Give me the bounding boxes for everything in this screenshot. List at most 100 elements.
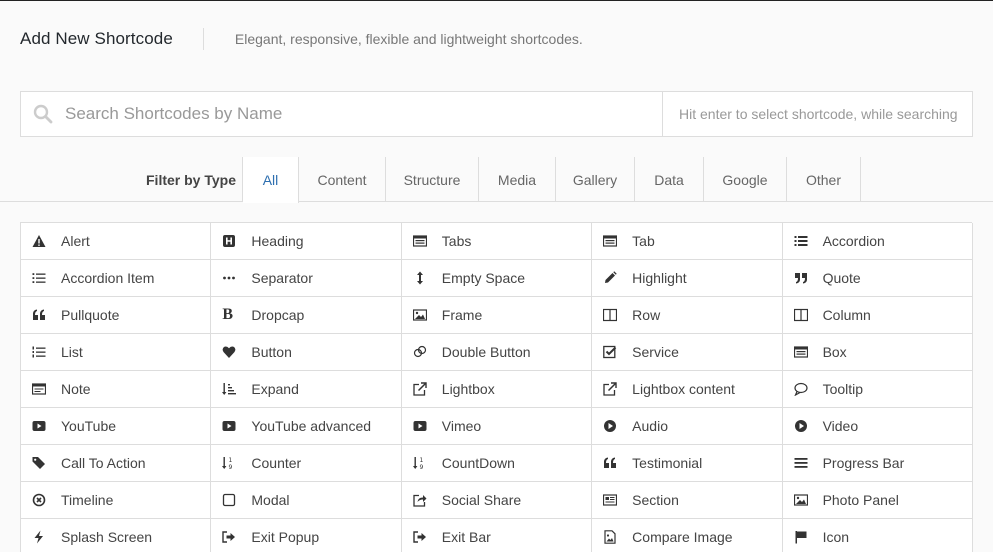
shortcode-item-lightbox[interactable]: Lightbox xyxy=(401,371,593,408)
shortcode-label: CountDown xyxy=(441,455,515,471)
shortcode-label: YouTube advanced xyxy=(251,418,372,434)
filter-tab-all[interactable]: All xyxy=(243,157,299,203)
shortcode-item-section[interactable]: Section xyxy=(592,482,783,519)
section-icon xyxy=(592,493,632,507)
shortcode-label: Separator xyxy=(251,270,313,286)
heading-icon xyxy=(211,234,251,248)
filter-tab-other[interactable]: Other xyxy=(787,157,861,202)
shortcode-item-countdown[interactable]: 1 9 CountDown xyxy=(401,445,593,482)
shortcode-item-youtube-advanced[interactable]: YouTube advanced xyxy=(211,408,402,445)
warning-icon xyxy=(21,234,61,248)
filter-tab-media[interactable]: Media xyxy=(479,157,556,202)
shortcode-item-exit-popup[interactable]: Exit Popup xyxy=(211,519,402,552)
sort-numeric-icon: 19 xyxy=(402,456,442,470)
shortcode-item-service[interactable]: Service xyxy=(592,334,783,371)
shortcode-item-photo-panel[interactable]: Photo Panel xyxy=(782,482,973,519)
picture-icon xyxy=(402,308,442,322)
shortcode-label: Column xyxy=(822,307,871,323)
shortcode-item-box[interactable]: Box xyxy=(782,334,973,371)
shortcode-item-note[interactable]: Note xyxy=(21,371,212,408)
sort-numeric-icon: 19 xyxy=(211,456,251,470)
shortcode-item-quote[interactable]: Quote xyxy=(782,260,973,297)
filter-tab-structure[interactable]: Structure xyxy=(386,157,479,202)
shortcode-item-youtube[interactable]: YouTube xyxy=(21,408,212,445)
quote-left-icon xyxy=(592,456,632,470)
shortcode-item-progress-bar[interactable]: Progress Bar xyxy=(782,445,973,482)
page-subtitle: Elegant, responsive, flexible and lightw… xyxy=(234,31,583,47)
filter-tab-data[interactable]: Data xyxy=(635,157,704,202)
shortcode-item-modal[interactable]: Modal xyxy=(211,482,402,519)
shortcode-item-tab[interactable]: Tab xyxy=(592,223,783,260)
shortcode-item-call-to-action[interactable]: Call To Action xyxy=(21,445,212,482)
check-square-icon xyxy=(592,345,632,359)
flag-icon xyxy=(783,530,823,544)
shortcode-label: Photo Panel xyxy=(822,492,899,508)
shortcode-label: Counter xyxy=(251,455,302,471)
list-ul-icon xyxy=(21,271,61,285)
shortcode-item-double-button[interactable]: Double Button xyxy=(401,334,593,371)
shortcode-label: Social Share xyxy=(441,492,522,508)
shortcode-item-accordion[interactable]: Accordion xyxy=(782,223,973,260)
shortcode-item-frame[interactable]: Frame xyxy=(401,297,593,334)
shortcode-item-counter[interactable]: 1 9 Counter xyxy=(211,445,402,482)
shortcode-item-pullquote[interactable]: Pullquote xyxy=(21,297,212,334)
filter-tab-gallery[interactable]: Gallery xyxy=(556,157,635,202)
filter-tab-content[interactable]: Content xyxy=(299,157,386,202)
shortcode-item-icon[interactable]: Icon xyxy=(782,519,973,552)
shortcode-item-empty-space[interactable]: Empty Space xyxy=(401,260,593,297)
heart-icon xyxy=(211,345,251,359)
shortcode-label: Alert xyxy=(61,233,90,249)
shortcode-label: Progress Bar xyxy=(822,455,905,471)
shortcode-label: Expand xyxy=(251,381,299,397)
shortcode-item-accordion-item[interactable]: Accordion Item xyxy=(21,260,212,297)
shortcode-label: Frame xyxy=(441,307,483,323)
shortcode-label: Icon xyxy=(822,529,850,545)
ellipsis-icon xyxy=(211,271,251,285)
filter-label: Filter by Type xyxy=(146,172,236,188)
share-icon xyxy=(402,493,442,507)
shortcode-label: List xyxy=(61,344,83,360)
shortcode-item-highlight[interactable]: Highlight xyxy=(592,260,783,297)
search-icon xyxy=(21,92,65,136)
shortcode-item-vimeo[interactable]: Vimeo xyxy=(401,408,593,445)
shortcode-item-exit-bar[interactable]: Exit Bar xyxy=(401,519,593,552)
shortcode-label: Exit Bar xyxy=(441,529,491,545)
shortcode-item-list[interactable]: List xyxy=(21,334,212,371)
shortcode-item-lightbox-content[interactable]: Lightbox content xyxy=(592,371,783,408)
shortcode-label: Tabs xyxy=(441,233,472,249)
search-input[interactable] xyxy=(65,92,662,136)
shortcode-item-column[interactable]: Column xyxy=(782,297,973,334)
header-divider xyxy=(202,28,204,50)
shortcode-label: Testimonial xyxy=(632,455,703,471)
shortcode-item-tabs[interactable]: Tabs xyxy=(401,223,593,260)
shortcode-item-social-share[interactable]: Social Share xyxy=(401,482,593,519)
shortcode-item-button[interactable]: Button xyxy=(211,334,402,371)
shortcode-label: Audio xyxy=(632,418,668,434)
shortcode-label: Lightbox content xyxy=(632,381,735,397)
shortcode-item-video[interactable]: Video xyxy=(782,408,973,445)
list-bars-icon xyxy=(783,234,823,248)
external-link-icon xyxy=(402,382,442,396)
page-header: Add New Shortcode Elegant, responsive, f… xyxy=(20,28,583,50)
shortcode-item-splash-screen[interactable]: Splash Screen xyxy=(21,519,212,552)
sign-out-icon xyxy=(402,530,442,544)
shortcode-label: Compare Image xyxy=(632,529,733,545)
shortcode-item-timeline[interactable]: Timeline xyxy=(21,482,212,519)
shortcode-label: Quote xyxy=(822,270,861,286)
shortcode-item-expand[interactable]: Expand xyxy=(211,371,402,408)
shortcode-item-heading[interactable]: Heading xyxy=(211,223,402,260)
shortcode-item-compare-image[interactable]: Compare Image xyxy=(592,519,783,552)
shortcode-item-dropcap[interactable]: B Dropcap xyxy=(211,297,402,334)
shortcode-item-separator[interactable]: Separator xyxy=(211,260,402,297)
file-image-icon xyxy=(592,530,632,544)
pencil-icon xyxy=(592,271,632,285)
shortcode-item-audio[interactable]: Audio xyxy=(592,408,783,445)
shortcode-item-row[interactable]: Row xyxy=(592,297,783,334)
shortcode-item-testimonial[interactable]: Testimonial xyxy=(592,445,783,482)
shortcode-label: Button xyxy=(251,344,292,360)
shortcode-item-alert[interactable]: Alert xyxy=(21,223,212,260)
youtube-icon xyxy=(402,419,442,433)
quote-right-icon xyxy=(783,271,823,285)
filter-tab-google[interactable]: Google xyxy=(704,157,787,202)
shortcode-item-tooltip[interactable]: Tooltip xyxy=(782,371,973,408)
